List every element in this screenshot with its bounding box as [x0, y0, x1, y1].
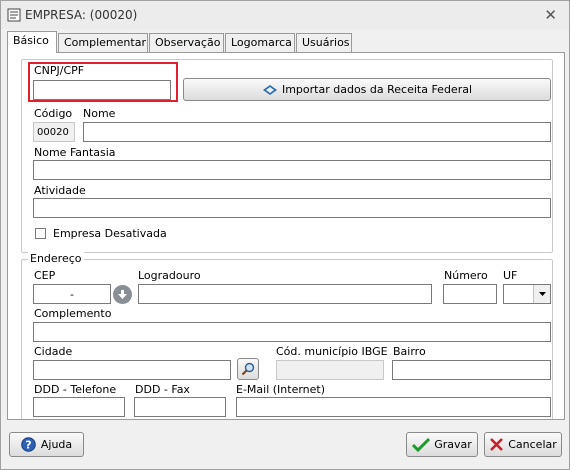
arrow-down-icon: [118, 290, 127, 299]
svg-text:?: ?: [25, 439, 31, 452]
nome-label: Nome: [83, 107, 116, 120]
ddd-fax-input[interactable]: [134, 397, 226, 417]
nome-fantasia-label: Nome Fantasia: [34, 146, 116, 159]
empresa-desativada-checkbox[interactable]: [35, 228, 46, 239]
cnpj-highlight-box: [28, 62, 178, 102]
bairro-input[interactable]: [392, 360, 551, 380]
cancel-x-icon: [490, 438, 504, 451]
tab-panel-basico: CNPJ/CPF Importar dados da Receita Feder…: [7, 52, 565, 420]
title-bar: EMPRESA: (00020) ✕: [1, 1, 569, 29]
checkmark-icon: [412, 437, 431, 452]
dialog-window: EMPRESA: (00020) ✕ Básico Complementar O…: [0, 0, 570, 470]
tab-label: Observação: [155, 36, 221, 49]
close-icon[interactable]: ✕: [544, 6, 557, 24]
ibge-label: Cód. município IBGE: [276, 345, 388, 358]
cep-lookup-button[interactable]: [113, 285, 132, 304]
empresa-desativada-label: Empresa Desativada: [53, 227, 167, 240]
email-input[interactable]: [236, 397, 551, 417]
atividade-input[interactable]: [33, 198, 551, 218]
tab-label: Usuários: [302, 36, 350, 49]
import-button-label: Importar dados da Receita Federal: [281, 83, 473, 96]
cidade-input[interactable]: [33, 360, 231, 380]
cidade-label: Cidade: [34, 345, 73, 358]
complemento-input[interactable]: [33, 322, 551, 342]
save-button-label: Gravar: [434, 438, 472, 451]
complemento-label: Complemento: [34, 307, 112, 320]
bairro-label: Bairro: [393, 345, 426, 358]
nome-input[interactable]: [83, 122, 551, 142]
uf-label: UF: [503, 269, 518, 282]
receita-federal-icon: [262, 84, 277, 95]
ddd-telefone-label: DDD - Telefone: [34, 383, 117, 396]
help-button[interactable]: ? Ajuda: [9, 432, 84, 457]
codigo-input: [33, 122, 75, 142]
magnifier-icon: [241, 362, 255, 376]
cep-input[interactable]: [33, 284, 111, 304]
chevron-down-icon: [538, 292, 546, 296]
uf-dropdown-button[interactable]: [533, 285, 550, 303]
cidade-search-button[interactable]: [237, 358, 259, 380]
import-receita-button[interactable]: Importar dados da Receita Federal: [183, 78, 551, 101]
email-label: E-Mail (Internet): [236, 383, 326, 396]
codigo-label: Código: [34, 107, 73, 120]
logradouro-input[interactable]: [138, 284, 432, 304]
tab-label: Complementar: [64, 36, 146, 49]
tab-basico[interactable]: Básico: [7, 31, 57, 53]
cep-label: CEP: [34, 269, 56, 282]
tab-label: Básico: [13, 34, 49, 47]
help-button-label: Ajuda: [40, 438, 73, 451]
ibge-input: [276, 360, 384, 380]
tab-observacao[interactable]: Observação: [149, 33, 224, 52]
cancel-button[interactable]: Cancelar: [484, 432, 562, 457]
numero-input[interactable]: [443, 284, 497, 304]
ddd-fax-label: DDD - Fax: [135, 383, 190, 396]
cancel-button-label: Cancelar: [508, 438, 557, 451]
nome-fantasia-input[interactable]: [33, 160, 551, 180]
tab-complementar[interactable]: Complementar: [58, 33, 148, 52]
tab-label: Logomarca: [231, 36, 292, 49]
address-group-legend: Endereço: [28, 252, 84, 265]
help-icon: ?: [21, 437, 36, 452]
uf-select[interactable]: [503, 284, 551, 304]
numero-label: Número: [444, 269, 488, 282]
atividade-label: Atividade: [34, 184, 86, 197]
tab-usuarios[interactable]: Usuários: [296, 33, 352, 52]
ddd-telefone-input[interactable]: [33, 397, 125, 417]
save-button[interactable]: Gravar: [406, 432, 478, 457]
company-app-icon: [7, 8, 21, 22]
logradouro-label: Logradouro: [138, 269, 201, 282]
window-title: EMPRESA: (00020): [25, 8, 138, 22]
tab-logomarca[interactable]: Logomarca: [225, 33, 295, 52]
